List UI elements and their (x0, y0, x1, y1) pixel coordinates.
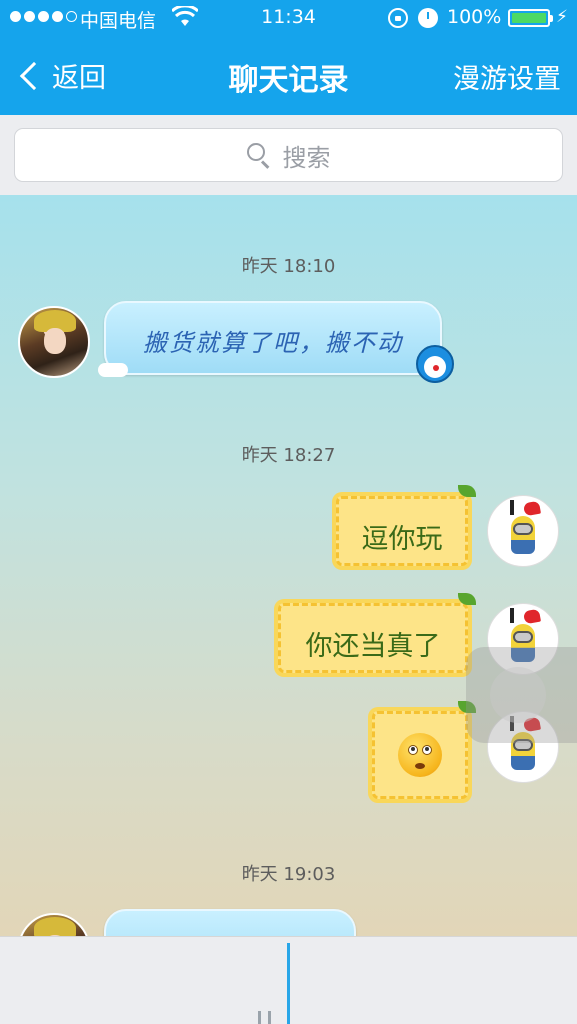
search-placeholder: 搜索 (282, 143, 331, 172)
avatar[interactable] (18, 306, 90, 378)
back-label: 返回 (52, 63, 106, 94)
timestamp: 昨天 19:03 (241, 864, 336, 885)
charging-bolt-icon: ⚡ (556, 7, 568, 27)
chat-history[interactable]: 昨天 18:10 搬货就算了吧，搬不动 昨天 18:27 逗你玩 你还当真了 昨… (0, 195, 577, 936)
message-bubble[interactable]: 搬货就算了吧，搬不动 (104, 301, 442, 375)
message-bubble[interactable]: 逗你玩 (336, 496, 468, 566)
timestamp: 昨天 18:27 (241, 445, 336, 466)
message-bubble[interactable] (104, 909, 356, 936)
avatar[interactable] (487, 495, 559, 567)
top-bar: 中国电信 11:34 100% ⚡ 返回 聊天记录 漫游设置 (0, 0, 577, 115)
battery-percent: 100% (447, 6, 502, 28)
avatar[interactable] (18, 913, 90, 936)
cloud-decoration (98, 363, 128, 377)
message-text: 逗你玩 (361, 524, 443, 555)
timeline-tick (268, 1011, 271, 1024)
search-icon (246, 143, 271, 169)
search-input[interactable]: 搜索 (14, 128, 563, 182)
doraemon-sticker-icon (416, 345, 454, 383)
timestamp: 昨天 18:10 (241, 256, 336, 277)
message-text: 你还当真了 (305, 631, 441, 662)
timeline-cursor[interactable] (287, 943, 290, 1024)
back-button[interactable]: 返回 (14, 56, 106, 95)
message-bubble[interactable]: 你还当真了 (278, 603, 468, 673)
timeline-scrubber[interactable] (0, 936, 577, 1024)
battery-icon (508, 9, 553, 27)
alarm-icon (418, 8, 438, 28)
timeline-tick (258, 1011, 261, 1024)
status-bar: 中国电信 11:34 100% ⚡ (0, 0, 577, 36)
message-text: 搬货就算了吧，搬不动 (143, 329, 403, 357)
eyes-up-emoji-icon (398, 733, 442, 777)
assistive-touch-button[interactable] (466, 647, 577, 743)
roaming-settings-button[interactable]: 漫游设置 (453, 57, 561, 96)
chevron-left-icon (19, 61, 49, 90)
message-bubble[interactable] (372, 711, 468, 799)
navigation-bar: 返回 聊天记录 漫游设置 (0, 36, 577, 115)
orientation-lock-icon (388, 8, 408, 28)
search-bar: 搜索 (0, 115, 577, 195)
